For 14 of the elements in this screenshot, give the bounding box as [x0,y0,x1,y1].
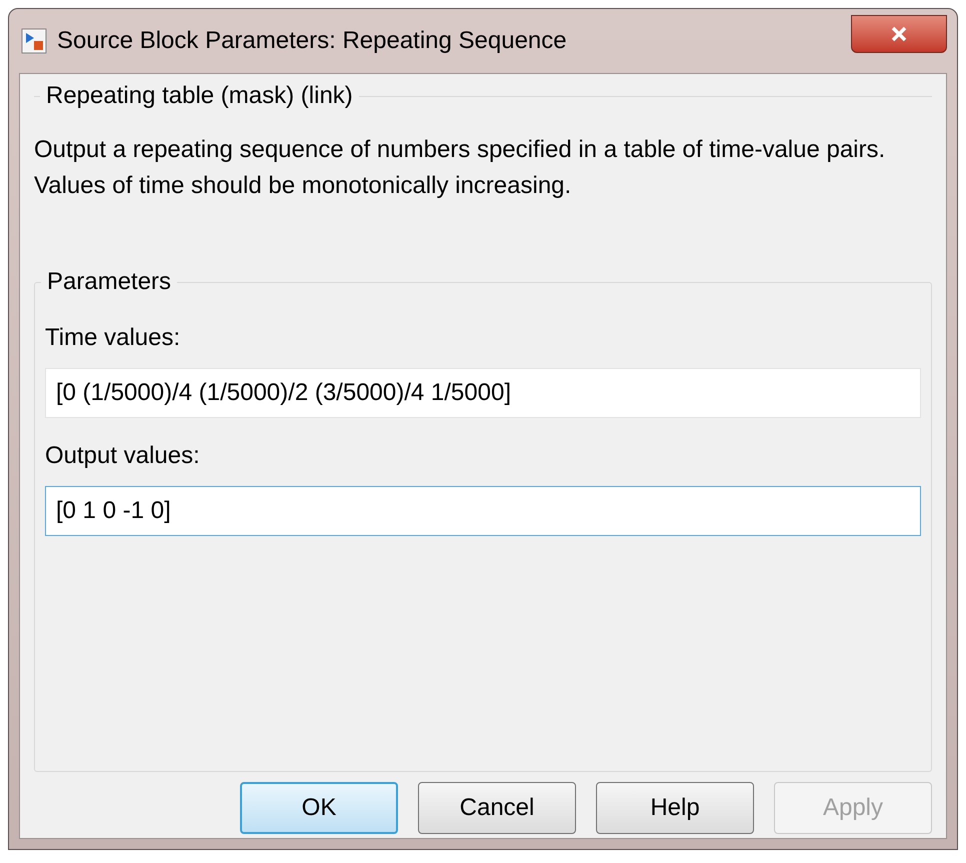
dialog-button[interactable]: Cancel [418,782,576,834]
close-button[interactable] [851,15,947,53]
dialog-button[interactable]: Help [596,782,754,834]
description-text: Output a repeating sequence of numbers specified in a table of time-value pairs. Values of time should be monotonically increasing. [34,135,886,201]
dialog-button[interactable]: OK [240,782,398,834]
input-field[interactable]: [0 (1/5000)/4 (1/5000)/2 (3/5000)/4 1/5000] [45,368,921,418]
group-title: Parameters [46,267,172,297]
field-label: Time values: [45,323,182,353]
window-title: Source Block Parameters: Repeating Sequence [57,26,567,56]
close-icon [890,26,908,42]
input-field[interactable]: [0 1 0 -1 0] [45,486,921,536]
field-label: Output values: [45,441,201,471]
block-diagram-icon [21,28,47,54]
group-title: Repeating table (mask) (link) [45,81,354,111]
